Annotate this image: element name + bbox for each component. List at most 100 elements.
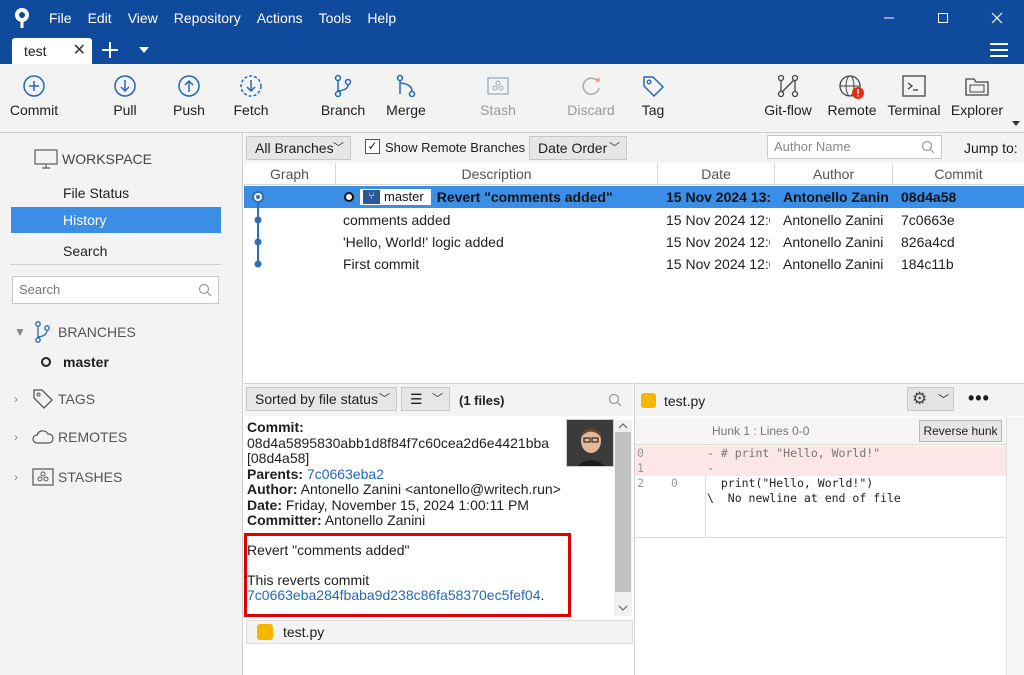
tag-icon: [643, 76, 665, 98]
more-options-icon[interactable]: •••: [968, 388, 990, 409]
menu-actions[interactable]: Actions: [257, 10, 303, 26]
commit-button[interactable]: Commit: [0, 74, 69, 118]
terminal-button[interactable]: Terminal: [879, 74, 949, 118]
sidebar-item-history[interactable]: History: [11, 207, 221, 233]
scroll-up-icon[interactable]: [618, 422, 628, 430]
menu-file[interactable]: File: [49, 10, 72, 26]
search-icon: [198, 283, 212, 297]
tag-button[interactable]: Tag: [618, 74, 688, 118]
table-row[interactable]: ⑂ master Revert "comments added" 15 Nov 20…: [244, 186, 1024, 208]
order-dropdown[interactable]: Date Order ﹀: [529, 136, 627, 160]
graph-node: [254, 238, 262, 246]
message-title: Revert "comments added": [247, 542, 410, 558]
stashes-section[interactable]: › STASHES: [14, 468, 122, 486]
table-row[interactable]: First commit 15 Nov 2024 12:0 Antonello …: [244, 253, 1024, 275]
scroll-down-icon[interactable]: [618, 604, 628, 612]
diff-panel: test.py ⚙ ﹀ ••• Hunk 1 : Lines 0-0 Rever…: [634, 383, 1024, 675]
column-commit[interactable]: Commit: [893, 163, 1024, 185]
diff-scrollbar[interactable]: [1006, 417, 1024, 675]
minimize-icon: [884, 17, 894, 19]
show-remote-checkbox[interactable]: ✓: [365, 139, 380, 154]
column-graph[interactable]: Graph: [244, 163, 336, 185]
hunk-label: Hunk 1 : Lines 0-0: [712, 424, 810, 438]
scrollbar-thumb[interactable]: [615, 432, 631, 592]
reverted-commit-link[interactable]: 7c0663eba284fbaba9d238c86fa58370ec5fef04: [247, 587, 541, 603]
new-tab-icon[interactable]: [101, 41, 119, 59]
minimize-button[interactable]: [862, 0, 916, 36]
remotes-section[interactable]: › REMOTES: [14, 429, 127, 445]
tab-test[interactable]: test ✕: [12, 38, 92, 64]
menu-view[interactable]: View: [128, 10, 158, 26]
menu-tools[interactable]: Tools: [319, 10, 352, 26]
files-count: (1 files): [459, 393, 505, 408]
column-author[interactable]: Author: [775, 163, 893, 185]
tab-label: test: [24, 43, 47, 59]
toolbar-overflow-chevron-icon[interactable]: [1012, 121, 1020, 127]
commit-full-hash: 08d4a5895830abb1d8f84f7c60cea2d6e4421bba: [247, 434, 550, 451]
close-window-button[interactable]: [970, 0, 1024, 36]
tab-close-icon[interactable]: ✕: [73, 43, 86, 59]
gitflow-button[interactable]: Git-flow: [753, 74, 823, 118]
push-button[interactable]: Push: [154, 74, 224, 118]
diff-line: 20 print("Hello, World!"): [637, 476, 874, 490]
column-date[interactable]: Date: [658, 163, 775, 185]
stash-button[interactable]: Stash: [463, 74, 533, 118]
commit-date: 15 Nov 2024 12:0: [666, 234, 770, 250]
search-icon[interactable]: [608, 393, 622, 407]
sidebar-item-search[interactable]: Search: [11, 238, 221, 264]
settings-button[interactable]: ⚙ ﹀: [907, 387, 954, 411]
merge-button[interactable]: Merge: [371, 74, 441, 118]
pull-button[interactable]: Pull: [90, 74, 160, 118]
graph-node-center: [256, 195, 260, 199]
author-value: Antonello Zanini <antonello@writech.run>: [300, 481, 561, 497]
sidebar-item-file-status[interactable]: File Status: [11, 180, 221, 206]
menu-repository[interactable]: Repository: [174, 10, 241, 26]
table-row[interactable]: comments added 15 Nov 2024 12:0 Antonell…: [244, 209, 1024, 231]
commit-description: First commit: [343, 256, 420, 272]
commit-graph: [252, 191, 264, 268]
details-scrollbar[interactable]: [614, 420, 632, 616]
push-icon: [178, 75, 200, 97]
view-mode-dropdown[interactable]: ☰ ﹀: [401, 387, 450, 411]
sidebar-search-input[interactable]: Search: [12, 276, 219, 304]
discard-button[interactable]: Discard: [556, 74, 626, 118]
branch-item-master[interactable]: master: [40, 354, 109, 370]
diff-line: \ No newline at end of file: [707, 491, 901, 505]
file-list-item[interactable]: test.py: [246, 620, 633, 644]
menu-edit[interactable]: Edit: [88, 10, 112, 26]
maximize-button[interactable]: [916, 0, 970, 36]
branch-badge-master[interactable]: ⑂ master: [360, 189, 431, 206]
table-row[interactable]: 'Hello, World!' logic added 15 Nov 2024 …: [244, 231, 1024, 253]
branch-button[interactable]: Branch: [308, 74, 378, 118]
gitflow-icon: [777, 74, 799, 98]
branches-section[interactable]: ▼ BRANCHES: [14, 320, 136, 344]
explorer-button[interactable]: Explorer: [942, 74, 1012, 118]
remote-button[interactable]: Remote: [817, 74, 887, 118]
tag-icon: [33, 389, 53, 409]
toolbar: Commit Pull Push Fetch Branch Merge Stas…: [0, 64, 1024, 133]
modified-file-icon: [641, 393, 656, 408]
commit-short-hash: [08d4a58]: [247, 450, 310, 466]
menu-help[interactable]: Help: [367, 10, 396, 26]
fetch-button[interactable]: Fetch: [216, 74, 286, 118]
date-value: Friday, November 15, 2024 1:00:11 PM: [285, 496, 529, 513]
chevron-down-icon: ﹀: [432, 393, 443, 405]
sort-dropdown[interactable]: Sorted by file status ﹀: [246, 387, 397, 411]
workspace-header: WORKSPACE: [34, 149, 152, 169]
branch-filter-dropdown[interactable]: All Branches ﹀: [246, 136, 351, 160]
gear-icon: ⚙: [912, 389, 928, 408]
committer-value: Antonello Zanini: [324, 512, 426, 528]
avatar-image: [567, 420, 613, 466]
author-filter-input[interactable]: Author Name: [767, 135, 942, 159]
jump-to-label: Jump to:: [964, 140, 1018, 156]
tab-list-chevron-icon[interactable]: [139, 46, 149, 54]
reverse-hunk-button[interactable]: Reverse hunk: [919, 420, 1002, 442]
tags-section[interactable]: › TAGS: [14, 388, 95, 410]
commit-description: 'Hello, World!' logic added: [343, 234, 504, 250]
column-description[interactable]: Description: [336, 163, 658, 185]
parent-hash-link[interactable]: 7c0663eba2: [307, 466, 384, 482]
hamburger-menu-icon[interactable]: [990, 42, 1008, 58]
maximize-icon: [938, 13, 948, 23]
commit-details-panel: Sorted by file status ﹀ ☰ ﹀ (1 files) Comm…: [244, 383, 633, 675]
chevron-down-icon: ▼: [14, 325, 26, 339]
